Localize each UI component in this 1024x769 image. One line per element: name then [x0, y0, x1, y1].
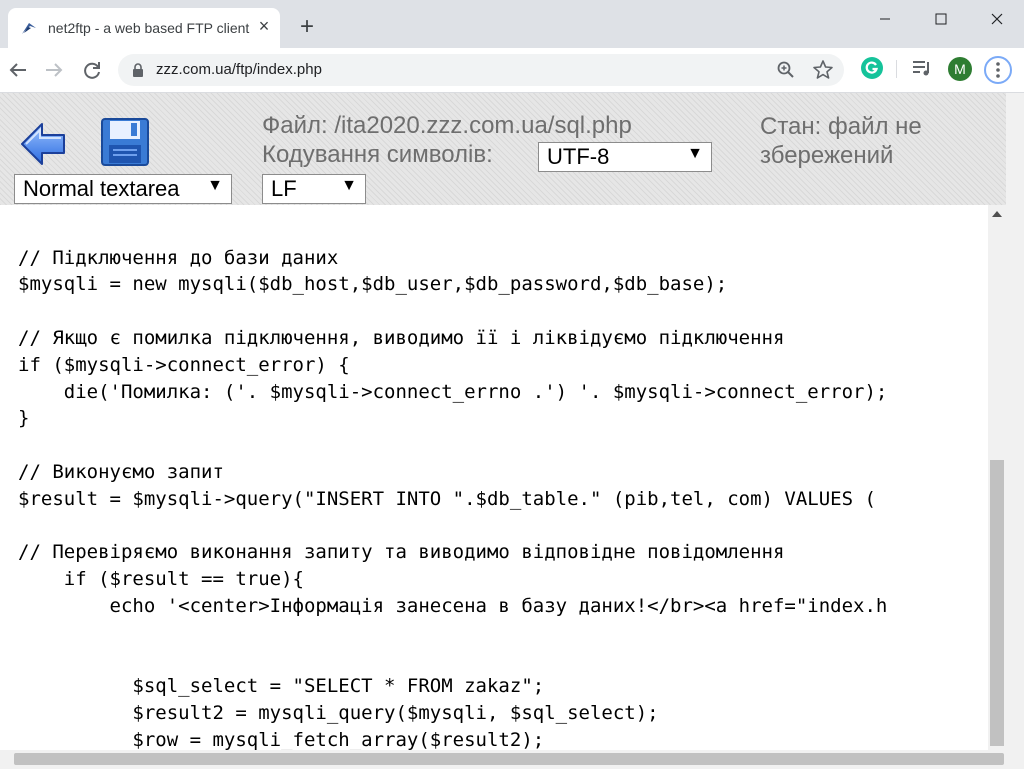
editor-vertical-scrollbar[interactable]	[988, 205, 1006, 750]
code-line: }	[18, 407, 30, 430]
line-ending-select[interactable]: LF ▼	[262, 174, 366, 204]
profile-avatar[interactable]: M	[948, 57, 972, 81]
url-text[interactable]: zzz.com.ua/ftp/index.php	[156, 61, 322, 78]
star-icon[interactable]	[812, 59, 834, 81]
code-line: // Підключення до бази даних	[18, 246, 339, 269]
page-horizontal-scrollbar[interactable]	[0, 750, 1024, 769]
code-line: if ($mysqli->connect_error) {	[18, 353, 350, 376]
code-content[interactable]: // Підключення до бази даних $mysqli = n…	[18, 205, 887, 750]
code-line: $row = mysqli_fetch_array($result2);	[18, 728, 545, 750]
encoding-select-value: UTF-8	[547, 144, 610, 169]
dropdown-arrow-icon: ▼	[687, 145, 703, 162]
code-line: echo '<center>Інформація занесена в базу…	[18, 594, 888, 617]
browser-tab[interactable]: net2ftp - a web based FTP client ×	[8, 8, 280, 48]
textarea-mode-value: Normal textarea	[23, 176, 180, 201]
code-line: // Перевіряємо виконання запиту та вивод…	[18, 541, 785, 564]
forward-arrow-icon[interactable]	[42, 58, 66, 82]
dropdown-arrow-icon: ▼	[341, 177, 357, 194]
code-textarea[interactable]: // Підключення до бази даних $mysqli = n…	[0, 205, 988, 750]
back-arrow-icon[interactable]	[6, 58, 30, 82]
grammarly-icon[interactable]	[860, 56, 884, 80]
media-control-icon[interactable]	[910, 56, 934, 80]
net2ftp-favicon-icon	[22, 23, 36, 34]
toolbar-separator	[896, 60, 897, 78]
code-line: $result = $mysqli->query("INSERT INTO ".…	[18, 487, 876, 510]
file-path-label: Файл: /ita2020.zzz.com.ua/sql.php	[262, 112, 632, 139]
maximize-window-icon[interactable]	[918, 8, 964, 30]
page-vertical-scrollbar[interactable]	[1006, 93, 1024, 750]
code-line: if ($result == true){	[18, 568, 304, 591]
close-window-icon[interactable]	[974, 8, 1020, 30]
address-bar[interactable]: zzz.com.ua/ftp/index.php	[118, 54, 844, 86]
zoom-icon[interactable]	[776, 60, 796, 80]
encoding-label: Кодування символів:	[262, 141, 493, 168]
code-line: $result2 = mysqli_query($mysqli, $sql_se…	[18, 702, 659, 725]
textarea-mode-select[interactable]: Normal textarea ▼	[14, 174, 232, 204]
code-line: // Виконуємо запит	[18, 460, 224, 483]
tab-title: net2ftp - a web based FTP client	[48, 20, 250, 36]
code-line: die('Помилка: ('. $mysqli->connect_errno…	[18, 380, 888, 403]
save-disk-icon[interactable]	[100, 117, 150, 167]
code-line: $sql_select = "SELECT * FROM zakaz";	[18, 675, 545, 698]
line-ending-value: LF	[271, 176, 297, 201]
scroll-up-arrow-icon[interactable]	[992, 211, 1002, 217]
close-tab-icon[interactable]: ×	[256, 17, 272, 35]
reload-icon[interactable]	[80, 58, 104, 82]
minimize-window-icon[interactable]	[862, 8, 908, 30]
code-line: $mysqli = new mysqli($db_host,$db_user,$…	[18, 273, 728, 296]
new-tab-icon[interactable]: +	[296, 15, 318, 39]
encoding-select[interactable]: UTF-8 ▼	[538, 142, 712, 172]
save-status-text: Стан: файл не збережений	[760, 113, 922, 169]
tab-strip: net2ftp - a web based FTP client × +	[0, 0, 1024, 48]
scrollbar-thumb[interactable]	[990, 460, 1004, 746]
dropdown-arrow-icon: ▼	[207, 177, 223, 194]
lock-icon[interactable]	[130, 62, 146, 78]
code-line: // Якщо є помилка підключення, виводимо …	[18, 326, 785, 349]
back-arrow-icon[interactable]	[20, 120, 68, 168]
menu-icon[interactable]	[984, 56, 1012, 84]
horizontal-scrollbar-thumb[interactable]	[14, 753, 1004, 765]
